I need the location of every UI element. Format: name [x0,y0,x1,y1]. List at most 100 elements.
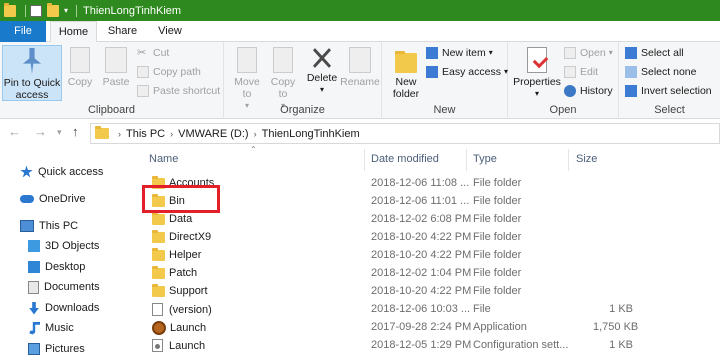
file-row[interactable]: Support 2018-10-20 4:22 PM File folder [140,283,640,301]
history-button[interactable]: History [564,83,613,99]
column-header-type[interactable]: Type [473,153,497,165]
nav-item-quick-access[interactable]: Quick access [20,163,103,181]
nav-label: Desktop [45,261,86,273]
settings-file-icon [152,339,163,352]
paste-button[interactable]: Paste [98,45,134,88]
breadcrumb-folder[interactable]: ThienLongTinhKiem [262,128,360,140]
recent-locations-chevron-icon[interactable]: ▾ [57,127,62,138]
rename-label: Rename [340,76,380,88]
edit-button[interactable]: Edit [564,64,598,80]
file-date: 2018-12-05 1:29 PM [371,339,472,351]
easy-access-button[interactable]: Easy access ▾ [426,64,508,80]
file-row[interactable]: Data 2018-12-02 6:08 PM File folder [140,211,640,229]
nav-item-music[interactable]: Music [28,319,74,337]
paste-icon [105,47,127,73]
chevron-right-icon[interactable]: › [254,129,257,139]
tab-view[interactable]: View [148,21,192,42]
back-arrow-icon[interactable]: ← [8,124,21,139]
invert-selection-button[interactable]: Invert selection [625,83,712,99]
pin-to-quick-access-button[interactable]: Pin to Quick access [2,45,62,101]
move-to-label: Move to [234,76,260,100]
properties-label: Properties [513,76,561,88]
delete-icon [313,48,331,68]
window-title: ThienLongTinhKiem [83,4,182,17]
move-to-button[interactable]: Move to ▾ [230,45,264,112]
copy-to-button[interactable]: Copy to ▾ [265,45,301,112]
music-icon [29,321,40,335]
rename-icon [349,47,371,73]
column-divider[interactable] [568,149,569,171]
new-folder-quick-icon[interactable] [47,2,59,17]
open-icon [564,47,576,59]
pin-icon [22,48,42,74]
customize-quick-access-icon[interactable]: ▾ [64,6,68,15]
select-all-button[interactable]: Select all [625,45,684,61]
file-type: File folder [473,231,522,243]
column-header-size[interactable]: Size [576,153,597,165]
edit-label: Edit [580,66,599,78]
highlight-annotation-box [142,185,220,213]
document-icon [28,280,39,294]
breadcrumb-this-pc[interactable]: This PC [126,128,165,140]
clipboard-group: Pin to Quick access Copy Paste ✂ Cut Cop… [0,42,224,119]
copy-path-button[interactable]: Copy path [137,64,201,80]
file-row[interactable]: Launch 2018-12-05 1:29 PM Configuration … [140,337,640,355]
nav-item-downloads[interactable]: Downloads [28,299,99,317]
file-name-text: (version) [169,303,212,316]
file-name: Helper [152,247,201,261]
cut-button[interactable]: ✂ Cut [137,45,169,61]
file-name-text: Data [169,213,193,225]
breadcrumb-drive[interactable]: VMWARE (D:) [178,128,248,140]
file-row[interactable]: Patch 2018-12-02 1:04 PM File folder [140,265,640,283]
nav-label: 3D Objects [45,240,100,252]
tab-file[interactable]: File [0,21,46,42]
column-header-date[interactable]: Date modified [371,153,439,165]
file-name: Launch [152,339,205,352]
new-folder-button[interactable]: New folder [388,45,424,100]
new-item-label: New item [442,47,486,59]
properties-button[interactable]: Properties ▾ [512,45,562,100]
nav-item-3d-objects[interactable]: 3D Objects [28,237,99,255]
file-row[interactable]: DirectX9 2018-10-20 4:22 PM File folder [140,229,640,247]
address-box[interactable]: › This PC › VMWARE (D:) › ThienLongTinhK… [90,123,720,144]
column-divider[interactable] [364,149,365,171]
forward-arrow-icon[interactable]: → [34,124,47,139]
column-divider[interactable] [466,149,467,171]
chevron-down-icon: ▾ [488,48,493,57]
tab-home[interactable]: Home [50,21,97,43]
file-date: 2018-12-06 11:08 ... [371,177,470,189]
open-button[interactable]: Open ▾ [564,45,613,61]
nav-item-documents[interactable]: Documents [28,278,100,296]
column-header-name[interactable]: Name [149,153,178,165]
file-row[interactable]: Launch 2017-09-28 2:24 PM Application 1,… [140,319,640,337]
rename-button[interactable]: Rename [340,45,380,88]
chevron-right-icon[interactable]: › [170,129,173,139]
nav-item-this-pc[interactable]: This PC [20,217,78,235]
file-date: 2018-12-02 6:08 PM [371,213,472,225]
file-row[interactable]: Helper 2018-10-20 4:22 PM File folder [140,247,640,265]
up-arrow-icon[interactable]: ↑ [72,124,79,139]
history-label: History [580,85,613,97]
chevron-right-icon[interactable]: › [118,129,121,139]
paste-shortcut-button[interactable]: Paste shortcut [137,83,220,99]
chevron-down-icon: ▾ [608,48,613,57]
file-date: 2018-10-20 4:22 PM [371,249,472,261]
file-date: 2018-10-20 4:22 PM [371,231,472,243]
nav-item-onedrive[interactable]: OneDrive [20,190,85,208]
nav-item-desktop[interactable]: Desktop [28,258,85,276]
nav-item-pictures[interactable]: Pictures [28,340,85,358]
copy-button[interactable]: Copy [64,45,96,88]
tab-share[interactable]: Share [100,21,145,42]
new-item-button[interactable]: New item ▾ [426,45,493,61]
new-folder-icon [395,51,417,73]
properties-icon [527,47,547,73]
delete-button[interactable]: Delete ▾ [304,45,340,96]
invert-selection-label: Invert selection [641,85,712,97]
select-none-button[interactable]: Select none [625,64,696,80]
properties-quick-icon[interactable] [30,4,42,17]
copy-label: Copy [67,76,93,88]
file-row[interactable]: (version) 2018-12-06 10:03 ... File 1 KB [140,301,640,319]
file-name-text: Launch [170,322,207,334]
edit-icon [564,66,576,78]
file-name: Data [152,211,193,225]
